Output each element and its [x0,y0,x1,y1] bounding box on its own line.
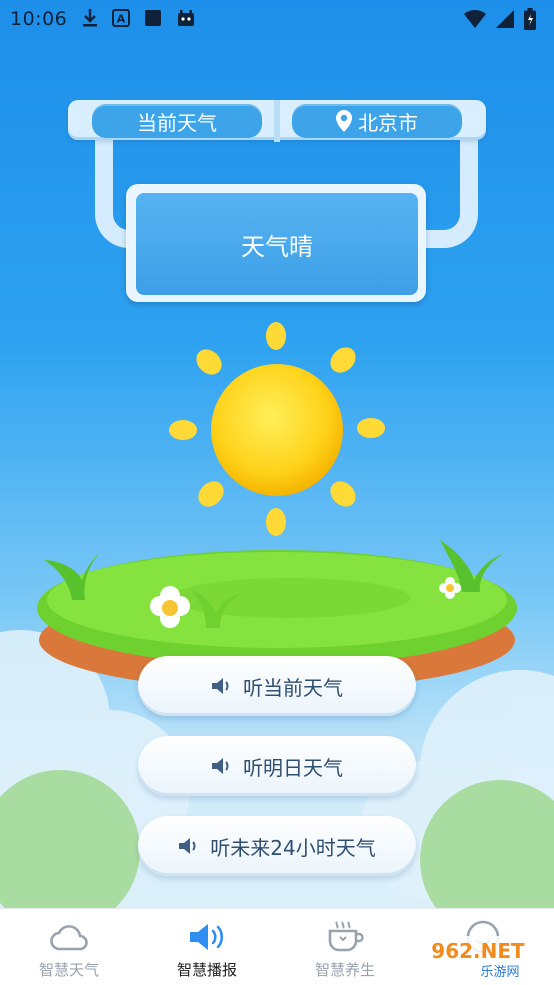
button-label: 听明日天气 [243,755,343,780]
status-time: 10:06 [10,8,68,30]
city-name: 北京市 [358,110,418,135]
teacup-icon [328,921,364,952]
listen-tomorrow-weather-button[interactable]: 听明日天气 [138,736,416,796]
tab-smart-weather[interactable]: 智慧天气 [0,909,138,985]
site-watermark-logo: 962.NET 乐游网 [410,936,546,980]
battery-icon [524,8,536,30]
svg-text:A: A [117,13,126,26]
listen-24h-weather-button[interactable]: 听未来24小时天气 [138,816,416,876]
download-icon [83,9,97,27]
square-icon [145,10,161,26]
tab-smart-broadcast[interactable]: 智慧播报 [138,909,276,985]
watermark-text: 962.NET [431,939,525,963]
watermark-sub: 乐游网 [480,965,519,980]
signal-icon [496,10,514,28]
sign-arm-right [420,140,478,248]
city-selector[interactable]: 北京市 [292,104,462,138]
cloud-icon [50,925,88,951]
speaker-icon [190,924,224,950]
speaker-icon [212,758,229,774]
speaker-icon [179,838,196,854]
weather-condition-panel: 天气晴 [136,193,418,295]
location-pin-icon [336,110,352,132]
sun-illustration [169,322,385,536]
tab-label: 智慧养生 [314,961,375,979]
current-weather-label: 当前天气 [92,104,262,138]
status-bar: 10:06 A [0,0,554,38]
current-weather-text: 当前天气 [137,110,217,135]
sign-divider [274,100,280,142]
tab-label: 智慧天气 [38,961,99,979]
status-notification-icons: A [82,8,196,28]
android-icon [178,10,194,26]
listen-current-weather-button[interactable]: 听当前天气 [138,656,416,716]
a-icon: A [112,9,130,27]
tab-label: 智慧播报 [176,961,237,979]
button-label: 听未来24小时天气 [210,835,376,860]
speaker-icon [212,678,229,694]
tab-smart-health[interactable]: 智慧养生 [276,909,414,985]
status-system-icons [464,8,536,30]
button-label: 听当前天气 [243,675,343,700]
weather-condition-text: 天气晴 [241,232,313,261]
wifi-icon [464,9,486,28]
